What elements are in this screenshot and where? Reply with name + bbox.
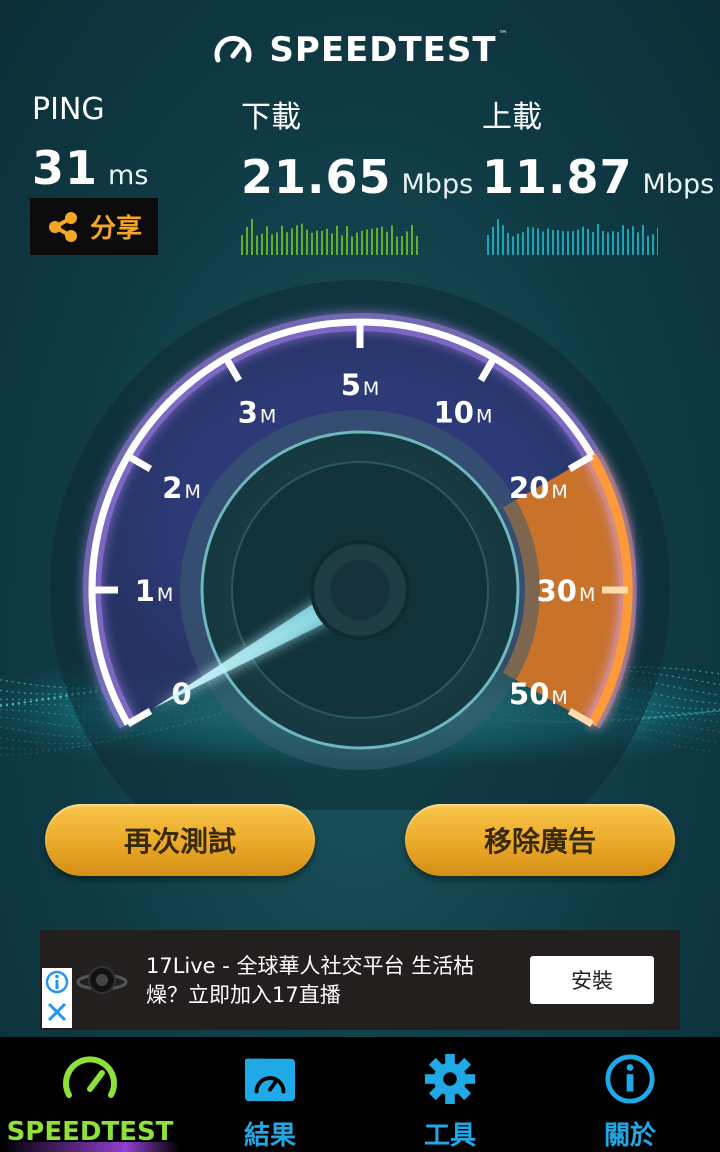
retest-button[interactable]: 再次測試 [45,804,315,876]
gear-icon [424,1053,476,1105]
speedtest-logo-icon [214,36,252,63]
app-title: SPEEDTEST ™ [269,30,509,70]
app-header: SPEEDTEST ™ [0,20,720,80]
download-sparkline [241,219,418,255]
upload-value: 11.87 [482,150,633,204]
download-unit: Mbps [401,169,474,200]
nav-results-label: 結果 [243,1121,296,1151]
upload-label: 上載 [482,100,542,135]
nav-results[interactable]: 結果 [180,1037,360,1152]
results-folder-icon [244,1058,296,1102]
ping-stat: PING 31 ms [32,92,148,195]
download-label: 下載 [241,100,301,135]
ad-choices[interactable] [42,968,72,1028]
ad-app-logo-icon [76,966,128,994]
ad-text: 17Live - 全球華人社交平台 生活枯 燥？立即加入17直播 [146,954,475,1007]
nav-about-label: 關於 [603,1121,656,1151]
bottom-nav: SPEEDTEST 結果 工具 關於 [0,1037,720,1152]
ad-install-button[interactable]: 安裝 [530,956,654,1004]
upload-unit: Mbps [642,169,715,200]
speed-gauge: 01M2M3M5M10M20M30M50M [0,280,720,810]
nav-speedtest[interactable]: SPEEDTEST [0,1037,180,1152]
nav-about[interactable]: 關於 [540,1037,720,1152]
upload-stat: 上載 11.87 Mbps [482,92,714,204]
share-label: 分享 [89,214,142,244]
upload-sparkline [487,219,658,255]
ping-value: 31 [32,141,99,195]
share-icon [48,211,77,242]
speedometer-icon [63,1056,117,1098]
download-value: 21.65 [241,150,392,204]
nav-tools-label: 工具 [423,1121,476,1151]
nav-tools[interactable]: 工具 [360,1037,540,1152]
info-icon [605,1054,655,1104]
ad-banner[interactable]: 17Live - 全球華人社交平台 生活枯 燥？立即加入17直播 安裝 [40,930,680,1030]
ping-unit: ms [108,160,149,191]
share-button[interactable]: 分享 [30,198,158,255]
download-stat: 下載 21.65 Mbps [241,92,473,204]
ping-label: PING [32,92,105,127]
remove-ads-button[interactable]: 移除廣告 [405,804,675,876]
